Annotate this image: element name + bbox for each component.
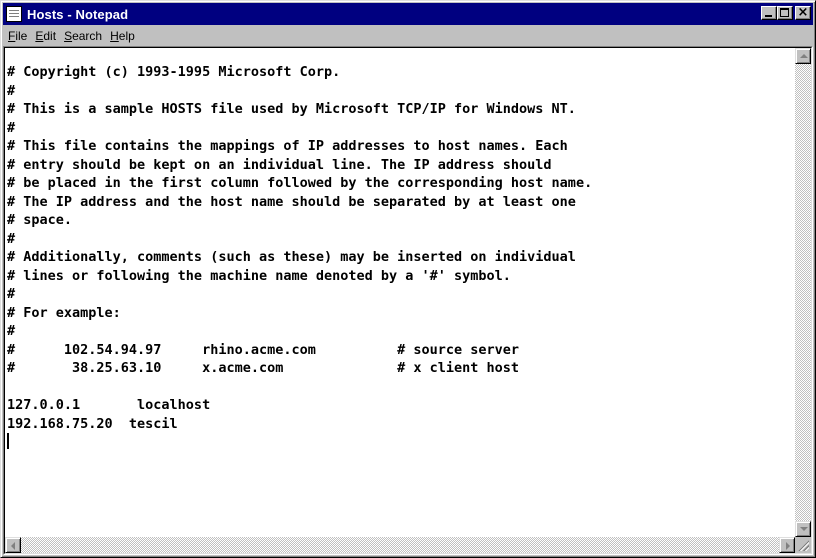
menu-search[interactable]: Search: [60, 29, 106, 43]
text-line: #: [7, 119, 16, 136]
text-line: #: [7, 82, 16, 99]
menu-help-label: elp: [118, 29, 135, 43]
menu-search-label: earch: [72, 29, 103, 43]
arrow-down-icon: [800, 527, 808, 531]
text-line: # 102.54.94.97 rhino.acme.com # source s…: [7, 341, 520, 358]
scroll-down-button[interactable]: [795, 521, 811, 537]
text-line: # 38.25.63.10 x.acme.com # x client host: [7, 360, 520, 376]
maximize-button[interactable]: [777, 6, 793, 20]
text-line: 192.168.75.20 tescil: [7, 415, 178, 432]
text-line: # lines or following the machine name de…: [7, 267, 511, 284]
minimize-button[interactable]: [761, 6, 777, 20]
menu-help[interactable]: Help: [106, 29, 139, 43]
close-button[interactable]: ×: [795, 5, 811, 20]
arrow-right-icon: [786, 542, 790, 550]
window-title: Hosts - Notepad: [27, 6, 129, 22]
text-line: # be placed in the first column followed…: [7, 175, 593, 191]
text-line: #: [7, 230, 16, 247]
close-icon: ×: [797, 5, 809, 20]
text-editor[interactable]: # Copyright (c) 1993-1995 Microsoft Corp…: [4, 47, 812, 554]
scroll-right-button[interactable]: [779, 537, 795, 553]
arrow-left-icon: [11, 542, 15, 550]
text-line: 127.0.0.1 localhost: [7, 397, 211, 413]
text-caret: [7, 433, 9, 449]
text-line: # This file contains the mappings of IP …: [7, 138, 568, 154]
text-line: [7, 378, 797, 397]
text-line: #: [7, 323, 16, 339]
text-line: # Copyright (c) 1993-1995 Microsoft Corp…: [7, 64, 341, 80]
menu-edit-label: dit: [43, 29, 57, 43]
text-line: # This is a sample HOSTS file used by Mi…: [7, 101, 576, 117]
window-controls: ×: [761, 5, 811, 20]
title-bar[interactable]: Hosts - Notepad ×: [3, 3, 813, 25]
menu-help-accelerator: H: [110, 29, 119, 43]
text-line: # The IP address and the host name shoul…: [7, 193, 576, 210]
scroll-left-button[interactable]: [5, 537, 21, 553]
vertical-scrollbar[interactable]: [795, 48, 811, 537]
resize-grip-icon[interactable]: [795, 537, 811, 553]
horizontal-scrollbar[interactable]: [5, 537, 795, 553]
menu-search-accelerator: S: [64, 29, 73, 43]
editor-text[interactable]: # Copyright (c) 1993-1995 Microsoft Corp…: [7, 63, 797, 535]
scroll-up-button[interactable]: [795, 48, 811, 64]
text-line: # For example:: [7, 304, 121, 321]
notepad-icon[interactable]: [6, 6, 22, 22]
menu-file-label: ile: [15, 29, 28, 43]
menu-bar: File Edit Search Help: [4, 26, 812, 46]
text-line: # entry should be kept on an individual …: [7, 156, 552, 173]
caret-line: [7, 433, 797, 452]
text-line: #: [7, 286, 16, 302]
notepad-window: Hosts - Notepad × File Edit Search Help …: [0, 0, 816, 558]
menu-file[interactable]: File: [4, 29, 31, 43]
editor-frame: # Copyright (c) 1993-1995 Microsoft Corp…: [3, 46, 813, 555]
text-line: # Additionally, comments (such as these)…: [7, 249, 576, 265]
menu-edit[interactable]: Edit: [31, 29, 60, 43]
arrow-up-icon: [800, 54, 808, 58]
text-line: # space.: [7, 212, 73, 228]
